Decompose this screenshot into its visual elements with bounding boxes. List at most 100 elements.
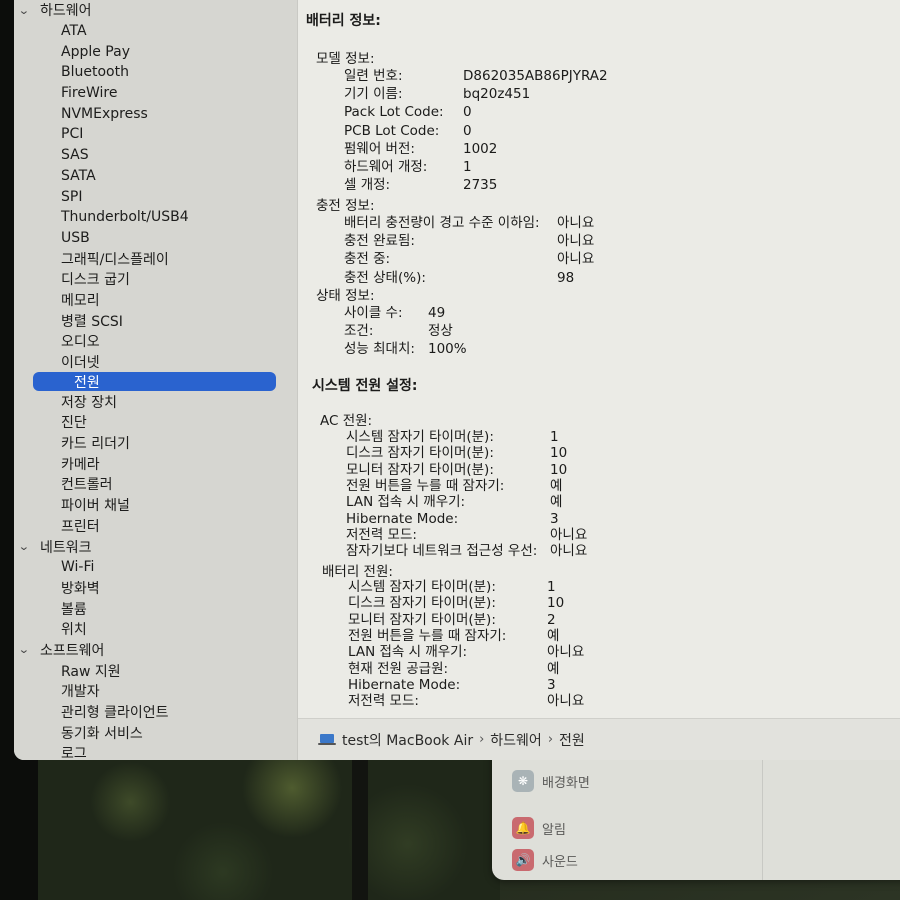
sidebar-item[interactable]: 카드 리더기 <box>14 433 297 454</box>
field-label: 셀 개정: <box>344 177 391 194</box>
section-title-battery: 배터리 정보: <box>306 13 381 29</box>
sidebar-item[interactable]: Thunderbolt/USB4 <box>14 207 297 228</box>
field-label: 저전력 모드: <box>346 526 417 543</box>
sidebar-group[interactable]: ⌄ 네트워크 <box>14 536 297 557</box>
sidebar-item[interactable]: 방화벽 <box>14 578 297 599</box>
field-value: 49 <box>428 305 446 321</box>
field-label: LAN 접속 시 깨우기: <box>348 644 468 661</box>
sidebar-item[interactable]: 카메라 <box>14 453 297 474</box>
field-label: 잠자기보다 네트워크 접근성 우선: <box>346 543 538 560</box>
sidebar-item[interactable]: 진단 <box>14 412 297 433</box>
info-row: 셀 개정: 2735 <box>344 176 497 194</box>
chevron-down-icon[interactable]: ⌄ <box>18 540 36 553</box>
field-label: 성능 최대치: <box>344 341 415 358</box>
sidebar-item-label: 오디오 <box>61 334 100 351</box>
sidebar-group[interactable]: ⌄ 소프트웨어 <box>14 640 297 661</box>
sidebar-item[interactable]: 컨트롤러 <box>14 474 297 495</box>
sidebar-item[interactable]: 관리형 클라이언트 <box>14 702 297 723</box>
info-row: 저전력 모드: 아니요 <box>348 692 584 710</box>
breadcrumb-computer[interactable]: test의 MacBook Air <box>342 730 473 750</box>
sidebar-group[interactable]: ⌄ 하드웨어 <box>14 0 297 21</box>
field-label: 모니터 잠자기 타이머(분): <box>346 461 494 478</box>
sidebar-item-label: 로그 <box>61 746 87 760</box>
sidebar-item-label: 저장 장치 <box>61 394 117 411</box>
sidebar-item[interactable]: 프린터 <box>14 516 297 537</box>
breadcrumb-power[interactable]: 전원 <box>559 730 585 750</box>
sidebar-item[interactable]: 위치 <box>14 619 297 640</box>
info-row: 충전 중: 아니요 <box>344 250 594 268</box>
sidebar-item[interactable]: NVMExpress <box>14 103 297 124</box>
sidebar-item-label: Raw 지원 <box>61 663 121 680</box>
field-value: 아니요 <box>550 543 588 560</box>
sidebar-item[interactable]: 병렬 SCSI <box>14 310 297 331</box>
sidebar-item[interactable]: 그래픽/디스플레이 <box>14 248 297 269</box>
sidebar-item[interactable]: Apple Pay <box>14 41 297 62</box>
sidebar-item[interactable]: Bluetooth <box>14 62 297 83</box>
field-label: Hibernate Mode: <box>348 676 461 693</box>
sidebar-item-label: 위치 <box>61 622 87 639</box>
sidebar-item-label: 메모리 <box>61 292 100 309</box>
field-value: 아니요 <box>547 644 585 661</box>
settings-item-label: 배경화면 <box>542 775 590 791</box>
field-value: 0 <box>463 122 472 139</box>
field-value: 정상 <box>428 323 453 340</box>
sidebar-item-label: 소프트웨어 <box>40 642 105 659</box>
subsection-heading: 모델 정보: <box>316 51 375 67</box>
info-row: LAN 접속 시 깨우기: 아니요 <box>348 643 584 661</box>
sidebar-item-label: 이더넷 <box>61 355 100 372</box>
field-value: 예 <box>550 477 563 494</box>
settings-item-notifications[interactable]: 🔔 알림 <box>512 817 566 839</box>
sidebar-item-label: 진단 <box>61 415 87 432</box>
sidebar-item-label: 카드 리더기 <box>61 436 130 453</box>
breadcrumb-hardware[interactable]: 하드웨어 <box>490 730 542 750</box>
sidebar: ⌄ 하드웨어 ATA Apple Pay Bluetooth FireWire NVMExp… <box>14 0 297 760</box>
sidebar-item[interactable]: USB <box>14 228 297 249</box>
sidebar-item[interactable]: 메모리 <box>14 290 297 311</box>
sidebar-item[interactable]: 파이버 채널 <box>14 495 297 516</box>
field-label: 디스크 잠자기 타이머(분): <box>348 595 496 612</box>
sidebar-item[interactable]: 볼륨 <box>14 598 297 619</box>
sidebar-item-selected[interactable]: 전원 <box>33 372 276 392</box>
info-row: 일련 번호: D862035AB86PJYRA2 <box>344 67 608 85</box>
field-value: 10 <box>550 445 568 462</box>
sidebar-item[interactable]: 로그 <box>14 743 297 760</box>
breadcrumb-separator: › <box>547 732 554 747</box>
sidebar-item[interactable]: 이더넷 <box>14 352 297 373</box>
field-value: 예 <box>547 660 560 677</box>
info-row: Hibernate Mode: 3 <box>346 510 559 528</box>
field-value: 아니요 <box>557 233 595 250</box>
sidebar-item[interactable]: SAS <box>14 145 297 166</box>
info-row: Pack Lot Code: 0 <box>344 103 472 121</box>
sidebar-item[interactable]: 개발자 <box>14 681 297 702</box>
settings-item-label: 사운드 <box>542 854 578 870</box>
chevron-down-icon[interactable]: ⌄ <box>18 4 36 17</box>
sidebar-item-label: 병렬 SCSI <box>61 313 123 330</box>
sidebar-item[interactable]: ATA <box>14 21 297 42</box>
sidebar-item[interactable]: 디스크 굽기 <box>14 269 297 290</box>
sidebar-item[interactable]: SATA <box>14 166 297 187</box>
sidebar-item-label: SAS <box>61 147 89 164</box>
settings-item-wallpaper[interactable]: ❋ 배경화면 <box>512 770 590 792</box>
wallpaper-tree-trunk <box>352 760 368 900</box>
field-label: 사이클 수: <box>344 305 403 321</box>
sidebar-item-label: 관리형 클라이언트 <box>61 705 169 722</box>
sidebar-item[interactable]: 오디오 <box>14 331 297 352</box>
sidebar-item[interactable]: FireWire <box>14 83 297 104</box>
sidebar-item[interactable]: 저장 장치 <box>14 391 297 412</box>
settings-item-sound[interactable]: 🔊 사운드 <box>512 849 578 871</box>
sidebar-item[interactable]: Wi-Fi <box>14 557 297 578</box>
window-divider <box>762 750 763 880</box>
wallpaper-icon: ❋ <box>512 770 534 792</box>
field-value: 10 <box>550 461 568 478</box>
sidebar-item[interactable]: SPI <box>14 186 297 207</box>
sidebar-item-label: 동기화 서비스 <box>61 725 143 742</box>
field-label: 충전 상태(%): <box>344 269 426 286</box>
sidebar-item-label: 전원 <box>74 374 100 391</box>
speaker-icon: 🔊 <box>512 849 534 871</box>
sidebar-item[interactable]: Raw 지원 <box>14 660 297 681</box>
sidebar-item[interactable]: 동기화 서비스 <box>14 722 297 743</box>
field-label: PCB Lot Code: <box>344 122 440 139</box>
info-row: 성능 최대치: 100% <box>344 340 467 358</box>
chevron-down-icon[interactable]: ⌄ <box>18 643 36 656</box>
sidebar-item[interactable]: PCI <box>14 124 297 145</box>
